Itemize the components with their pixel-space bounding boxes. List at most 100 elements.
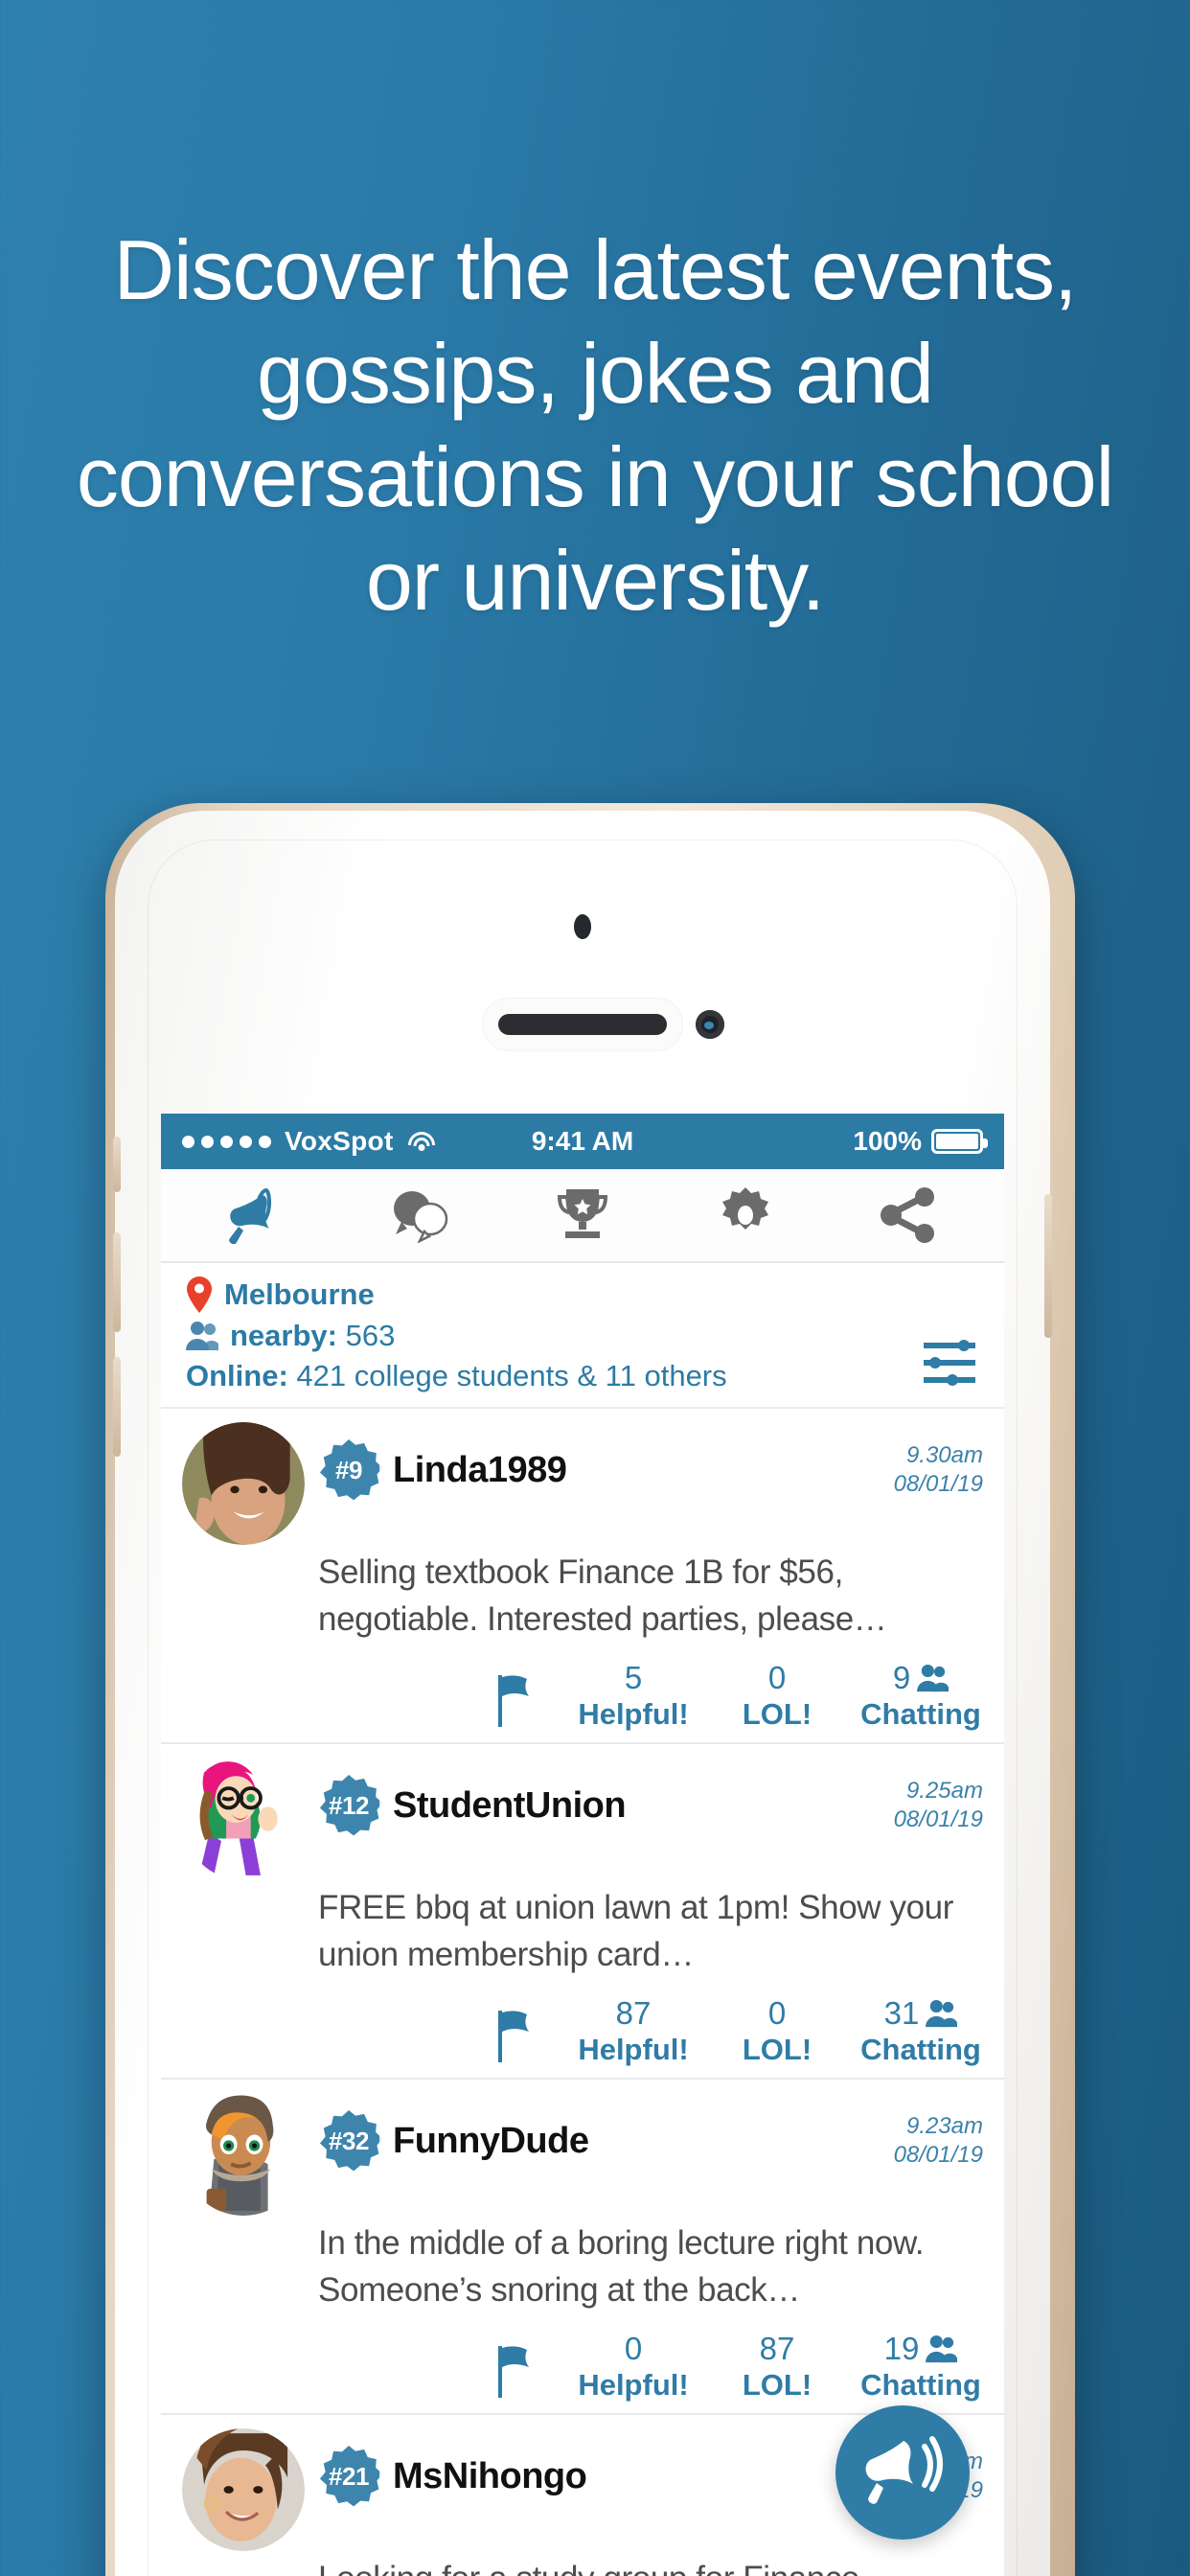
post-actions: 87 Helpful! 0 LOL! 31 Chatting: [161, 1978, 1004, 2078]
helpful-button[interactable]: 87 Helpful!: [561, 1995, 705, 2068]
rank-badge-label: #12: [329, 1790, 369, 1820]
location-city: Melbourne: [224, 1277, 375, 1311]
wifi-icon: [407, 1130, 436, 1153]
online-label: Online:: [186, 1359, 288, 1392]
post-username[interactable]: FunnyDude: [393, 2121, 588, 2162]
phone-mockup: VoxSpot 9:41 AM 100% Melbourne nearby: 5…: [105, 803, 1075, 2576]
post-body: In the middle of a boring lecture right …: [318, 2224, 925, 2309]
toolbar-item-megaphone[interactable]: [203, 1177, 309, 1254]
helpful-label: Helpful!: [578, 2033, 689, 2066]
lol-label: LOL!: [742, 1697, 812, 1731]
new-post-fab[interactable]: [835, 2405, 970, 2540]
lol-label: LOL!: [742, 2368, 812, 2402]
flag-button[interactable]: [473, 2009, 561, 2068]
battery-full-icon: [931, 1129, 989, 1154]
status-bar: VoxSpot 9:41 AM 100%: [161, 1114, 1004, 1169]
chatting-label: Chatting: [860, 1697, 981, 1731]
toolbar-item-share[interactable]: [857, 1177, 962, 1254]
filter-button[interactable]: [920, 1338, 979, 1388]
trophy-icon: [557, 1189, 607, 1238]
app-toolbar: [161, 1169, 1004, 1263]
location-city-row[interactable]: Melbourne: [186, 1276, 981, 1313]
earpiece-speaker: [498, 1014, 667, 1035]
post-timestamp: 9.25am 08/01/19: [894, 1758, 983, 1834]
helpful-count: 0: [624, 2331, 643, 2366]
flag-icon: [498, 2346, 529, 2398]
chatting-label: Chatting: [860, 2368, 981, 2402]
chatting-button[interactable]: 31 Chatting: [849, 1995, 993, 2068]
status-bar-time: 9:41 AM: [531, 1126, 634, 1156]
lol-count: 87: [759, 2331, 795, 2366]
avatar[interactable]: [182, 1422, 305, 1545]
toolbar-item-leaderboard[interactable]: [530, 1177, 635, 1254]
post-date: 08/01/19: [893, 2142, 983, 2168]
helpful-count: 87: [615, 1995, 652, 2031]
rank-badge-label: #21: [329, 2461, 369, 2491]
chatting-count-row: 31: [857, 1995, 985, 2032]
avatar[interactable]: [182, 2093, 305, 2216]
nearby-count: 563: [345, 1319, 396, 1352]
avatar[interactable]: [182, 1758, 305, 1880]
post-feed: #9 Linda1989 9.30am 08/01/19 Selling tex…: [161, 1409, 1004, 2576]
helpful-count: 5: [624, 1660, 643, 1695]
post-actions: 5 Helpful! 0 LOL! 9 Chatting: [161, 1643, 1004, 1742]
post-time: 9.25am: [905, 1778, 983, 1804]
post-timestamp: 9.23am 08/01/19: [894, 2093, 983, 2170]
flag-icon: [498, 2011, 529, 2062]
location-bar: Melbourne nearby: 563 Online: 421 colleg…: [161, 1263, 1004, 1409]
chatting-button[interactable]: 9 Chatting: [849, 1660, 993, 1733]
flag-button[interactable]: [473, 1673, 561, 1733]
lol-label: LOL!: [742, 2033, 812, 2066]
post-time: 9.30am: [905, 1442, 983, 1468]
lol-button[interactable]: 87 LOL!: [705, 2331, 849, 2404]
post-username[interactable]: MsNihongo: [393, 2456, 586, 2497]
post-body: FREE bbq at union lawn at 1pm! Show your…: [318, 1889, 953, 1973]
post-username[interactable]: Linda1989: [393, 1450, 566, 1491]
post-body: Looking for a study group for Finance: [161, 2551, 1004, 2576]
people-icon: [926, 2334, 958, 2363]
volume-down-button[interactable]: [113, 1357, 121, 1457]
toolbar-item-chats[interactable]: [367, 1177, 472, 1254]
rank-badge: #32: [318, 2110, 379, 2172]
post-actions: 0 Helpful! 87 LOL! 19 Chatting: [161, 2313, 1004, 2413]
flag-icon: [498, 1675, 529, 1727]
people-icon: [186, 1322, 218, 1350]
avatar-image: [182, 1758, 305, 1880]
post-username[interactable]: StudentUnion: [393, 1785, 626, 1827]
rank-badge-label: #9: [335, 1455, 362, 1484]
lol-count: 0: [767, 1660, 787, 1695]
front-camera-icon: [696, 1010, 724, 1039]
post-item[interactable]: #12 StudentUnion 9.25am 08/01/19 FREE bb…: [161, 1744, 1004, 2080]
chatting-count: 9: [892, 1660, 911, 1695]
lol-button[interactable]: 0 LOL!: [705, 1995, 849, 2068]
nearby-row: nearby: 563: [186, 1319, 981, 1353]
helpful-button[interactable]: 0 Helpful!: [561, 2331, 705, 2404]
chatting-count: 31: [883, 1995, 920, 2031]
silent-switch[interactable]: [113, 1137, 121, 1192]
helpful-button[interactable]: 5 Helpful!: [561, 1660, 705, 1733]
post-item[interactable]: #32 FunnyDude 9.23am 08/01/19 In the mid…: [161, 2080, 1004, 2415]
lol-button[interactable]: 0 LOL!: [705, 1660, 849, 1733]
nearby-label: nearby:: [230, 1319, 337, 1352]
rank-badge: #9: [318, 1439, 379, 1501]
location-pin-icon: [187, 1276, 212, 1313]
avatar-image: [182, 1422, 305, 1545]
rank-badge: #21: [318, 2446, 379, 2507]
chatting-count: 19: [883, 2331, 920, 2366]
avatar-image: [182, 2428, 305, 2551]
volume-up-button[interactable]: [113, 1232, 121, 1332]
rank-badge: #12: [318, 1775, 379, 1836]
post-item[interactable]: #9 Linda1989 9.30am 08/01/19 Selling tex…: [161, 1409, 1004, 1744]
filter-sliders-icon: [924, 1340, 975, 1386]
flag-button[interactable]: [473, 2344, 561, 2404]
post-date: 08/01/19: [893, 1806, 983, 1832]
chatting-button[interactable]: 19 Chatting: [849, 2331, 993, 2404]
post-date: 08/01/19: [893, 1471, 983, 1497]
toolbar-item-settings[interactable]: [693, 1177, 798, 1254]
gear-icon: [722, 1187, 769, 1230]
power-button[interactable]: [1044, 1194, 1052, 1338]
phone-white-body: VoxSpot 9:41 AM 100% Melbourne nearby: 5…: [113, 811, 1052, 2576]
battery-percent: 100%: [853, 1126, 923, 1156]
people-icon: [917, 1664, 950, 1692]
avatar[interactable]: [182, 2428, 305, 2551]
